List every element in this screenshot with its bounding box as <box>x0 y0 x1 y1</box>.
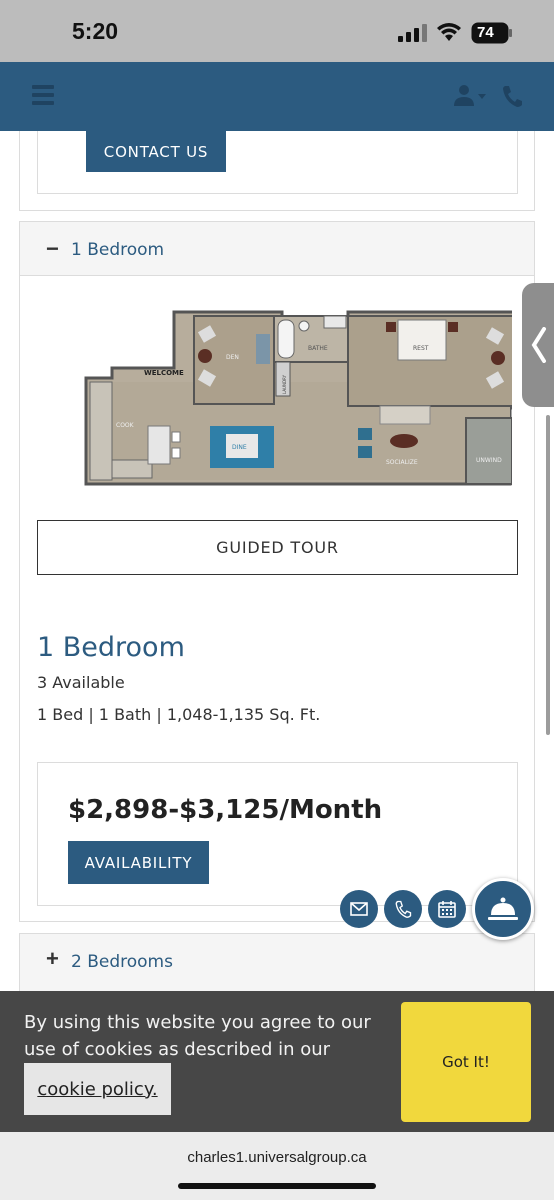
plan-name: 1 Bedroom <box>37 632 185 663</box>
accordion-2-bedrooms[interactable]: + 2 Bedrooms <box>19 933 535 993</box>
floorplan-label-welcome: WELCOME <box>144 369 184 377</box>
contact-card-inner: CONTACT US <box>37 131 518 194</box>
site-header <box>0 62 554 131</box>
cookie-text: By using this website you agree to our u… <box>24 1012 371 1060</box>
call-button[interactable] <box>384 890 422 928</box>
accordion-title: 2 Bedrooms <box>71 952 173 972</box>
plan-specs: 1 Bed | 1 Bath | 1,048-1,135 Sq. Ft. <box>37 705 321 724</box>
signal-icon <box>398 24 427 42</box>
mail-icon <box>350 902 368 916</box>
schedule-button[interactable] <box>428 890 466 928</box>
expand-icon: + <box>46 946 59 971</box>
calendar-icon <box>438 901 456 918</box>
floorplan-label-rest: REST <box>413 345 429 352</box>
floorplan-label-bathe: BATHE <box>308 345 328 352</box>
url-text: charles1.universalgroup.ca <box>187 1149 367 1166</box>
battery-icon: 74 <box>471 22 513 44</box>
scrollbar[interactable] <box>546 415 550 735</box>
contact-card: CONTACT US <box>19 131 535 211</box>
collapse-icon: − <box>46 236 59 261</box>
cookie-policy-link[interactable]: cookie policy. <box>24 1063 171 1115</box>
status-time: 5:20 <box>72 18 119 44</box>
floorplan-label-den: DEN <box>226 354 239 361</box>
phone-icon[interactable] <box>501 84 523 108</box>
guided-tour-button[interactable]: GUIDED TOUR <box>37 520 518 575</box>
side-panel-tab[interactable] <box>522 283 554 407</box>
concierge-bell-icon <box>488 897 518 920</box>
floorplan-label-laundry: LAUNDRY <box>282 374 287 394</box>
price-range: $2,898-$3,125/Month <box>68 795 383 825</box>
phone-icon <box>395 900 412 918</box>
concierge-button[interactable] <box>472 878 534 940</box>
wifi-icon <box>437 23 461 41</box>
accordion-1-bedroom: − 1 Bedroom WELCOME DEN BATHE REST LAUND… <box>19 221 535 922</box>
chevron-left-icon <box>531 327 546 363</box>
floorplan-label-socialize: SOCIALIZE <box>386 459 418 466</box>
got-it-button[interactable]: Got It! <box>401 1002 531 1122</box>
battery-level: 74 <box>477 24 494 41</box>
floorplan-image[interactable]: WELCOME DEN BATHE REST LAUNDRY COOK DINE… <box>64 308 512 488</box>
user-menu-icon[interactable] <box>453 84 489 108</box>
mail-button[interactable] <box>340 890 378 928</box>
floorplan-label-cook: COOK <box>116 422 135 429</box>
accordion-title: 1 Bedroom <box>71 240 165 260</box>
browser-url-bar[interactable]: charles1.universalgroup.ca <box>0 1132 554 1200</box>
cookie-banner: By using this website you agree to our u… <box>0 991 554 1132</box>
home-indicator[interactable] <box>178 1183 376 1189</box>
price-box: $2,898-$3,125/Month AVAILABILITY <box>37 762 518 906</box>
floorplan-label-unwind: UNWIND <box>476 457 502 464</box>
menu-icon[interactable] <box>32 85 54 107</box>
availability-button[interactable]: AVAILABILITY <box>68 841 209 884</box>
floorplan-label-dine: DINE <box>232 444 247 451</box>
contact-us-button[interactable]: CONTACT US <box>86 131 226 172</box>
accordion-header-1-bedroom[interactable]: − 1 Bedroom <box>20 222 534 276</box>
plan-availability: 3 Available <box>37 673 125 692</box>
status-bar: 5:20 74 <box>0 0 554 62</box>
